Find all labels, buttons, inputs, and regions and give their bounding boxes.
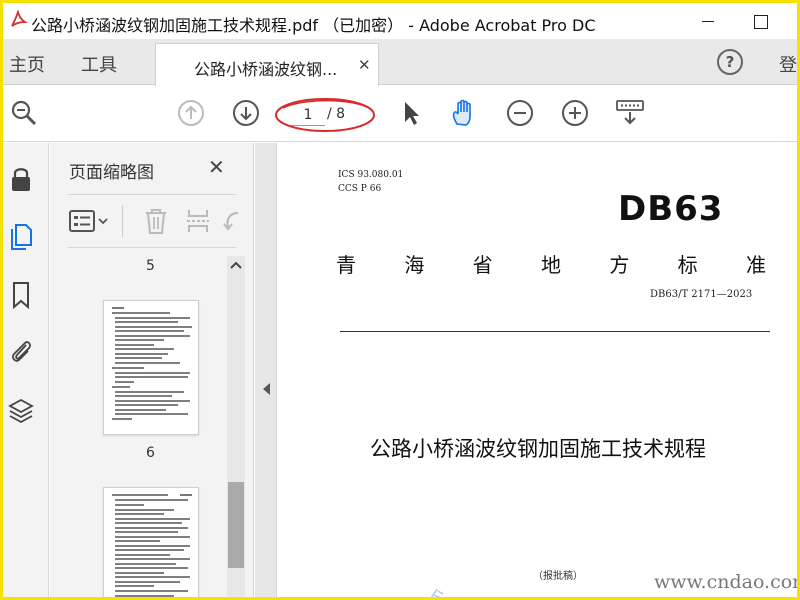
panel-divider xyxy=(68,247,236,248)
main-toolbar: / 8 xyxy=(3,86,797,142)
tab-bar: 主页 工具 公路小桥涵波纹钢... ✕ ? 登 xyxy=(3,39,797,86)
standard-title-char: 青 xyxy=(336,253,356,277)
lock-icon[interactable] xyxy=(8,165,34,193)
tab-home[interactable]: 主页 xyxy=(9,51,45,77)
thumbnail-options-icon[interactable] xyxy=(68,207,112,235)
window-title: 公路小桥涵波纹钢加固施工技术规程.pdf （已加密） - Adobe Acrob… xyxy=(31,16,596,35)
thumbnail-scrollbar[interactable] xyxy=(227,256,245,597)
standard-number: DB63/T 2171—2023 xyxy=(650,289,753,300)
standard-title-char: 省 xyxy=(472,253,493,277)
minimize-button[interactable] xyxy=(693,9,723,33)
watermark-mark xyxy=(430,588,444,597)
scrollbar-thumb[interactable] xyxy=(228,482,244,568)
standard-title-char: 方 xyxy=(609,253,630,277)
attachment-paperclip-icon[interactable] xyxy=(8,337,34,365)
bookmark-icon[interactable] xyxy=(8,281,34,309)
page-thumbnail-6[interactable] xyxy=(103,487,199,597)
layers-icon[interactable] xyxy=(8,397,34,425)
previous-page-icon[interactable] xyxy=(176,98,206,128)
thumbnail-panel: 页面缩略图 ✕ 5 6 xyxy=(50,143,254,597)
help-icon[interactable]: ? xyxy=(717,49,743,75)
hand-tool-icon[interactable] xyxy=(449,98,479,128)
watermark-text: www.cndao.com xyxy=(654,571,800,593)
red-annotation-ellipse xyxy=(275,98,375,132)
document-tab-label: 公路小桥涵波纹钢... xyxy=(194,60,338,79)
ccs-code: CCS P 66 xyxy=(338,184,382,194)
acrobat-logo-icon xyxy=(11,10,29,27)
thumbnail-text-lines xyxy=(112,494,192,597)
db-standard-code: DB63 xyxy=(618,189,724,229)
document-main-title: 公路小桥涵波纹钢加固施工技术规程 xyxy=(370,437,706,461)
ics-code: ICS 93.080.01 xyxy=(338,170,404,180)
close-panel-icon[interactable]: ✕ xyxy=(208,155,225,179)
thumbnail-text-lines xyxy=(112,307,192,420)
close-tab-icon[interactable]: ✕ xyxy=(358,56,371,74)
panel-toolbar xyxy=(50,195,254,249)
delete-page-icon[interactable] xyxy=(142,207,170,235)
left-rail xyxy=(3,143,49,597)
toolbar-separator xyxy=(122,205,123,237)
page-thumbnail-5[interactable] xyxy=(103,300,199,435)
rotate-page-icon[interactable] xyxy=(222,207,242,235)
scroll-up-arrow-icon[interactable] xyxy=(230,260,242,270)
zoom-out-icon[interactable] xyxy=(505,98,535,128)
thumbnail-page-number: 5 xyxy=(146,258,155,274)
header-rule xyxy=(340,331,770,332)
standard-title-char: 准 xyxy=(745,253,766,277)
sign-in-button[interactable]: 登 xyxy=(779,51,797,77)
insert-page-icon[interactable] xyxy=(184,207,212,235)
standard-title-char: 标 xyxy=(677,253,698,277)
thumbnail-page-number: 6 xyxy=(146,445,155,461)
zoom-search-icon[interactable] xyxy=(9,98,39,128)
page-thumbnails-icon[interactable] xyxy=(8,223,34,251)
zoom-in-icon[interactable] xyxy=(560,98,590,128)
collapse-panel-arrow-icon[interactable] xyxy=(261,381,271,397)
title-bar: 公路小桥涵波纹钢加固施工技术规程.pdf （已加密） - Adobe Acrob… xyxy=(3,3,797,39)
draft-note: （报批稿） xyxy=(533,571,583,582)
next-page-icon[interactable] xyxy=(231,98,261,128)
standard-title-char: 地 xyxy=(540,253,561,277)
tab-tools[interactable]: 工具 xyxy=(81,51,117,77)
document-page: ICS 93.080.01 CCS P 66 DB63 青 海 省 地 方 标 … xyxy=(278,143,800,597)
tab-document[interactable]: 公路小桥涵波纹钢... ✕ xyxy=(155,43,379,86)
maximize-button[interactable] xyxy=(745,9,775,33)
app-frame: 公路小桥涵波纹钢加固施工技术规程.pdf （已加密） - Adobe Acrob… xyxy=(0,0,800,600)
standard-title-char: 海 xyxy=(404,253,425,277)
select-cursor-icon[interactable] xyxy=(396,98,426,128)
standard-type-title: 青 海 省 地 方 标 准 xyxy=(336,249,766,278)
panel-collapse-strip[interactable] xyxy=(255,143,277,597)
panel-title: 页面缩略图 xyxy=(69,163,154,183)
scroll-mode-icon[interactable] xyxy=(615,98,645,128)
